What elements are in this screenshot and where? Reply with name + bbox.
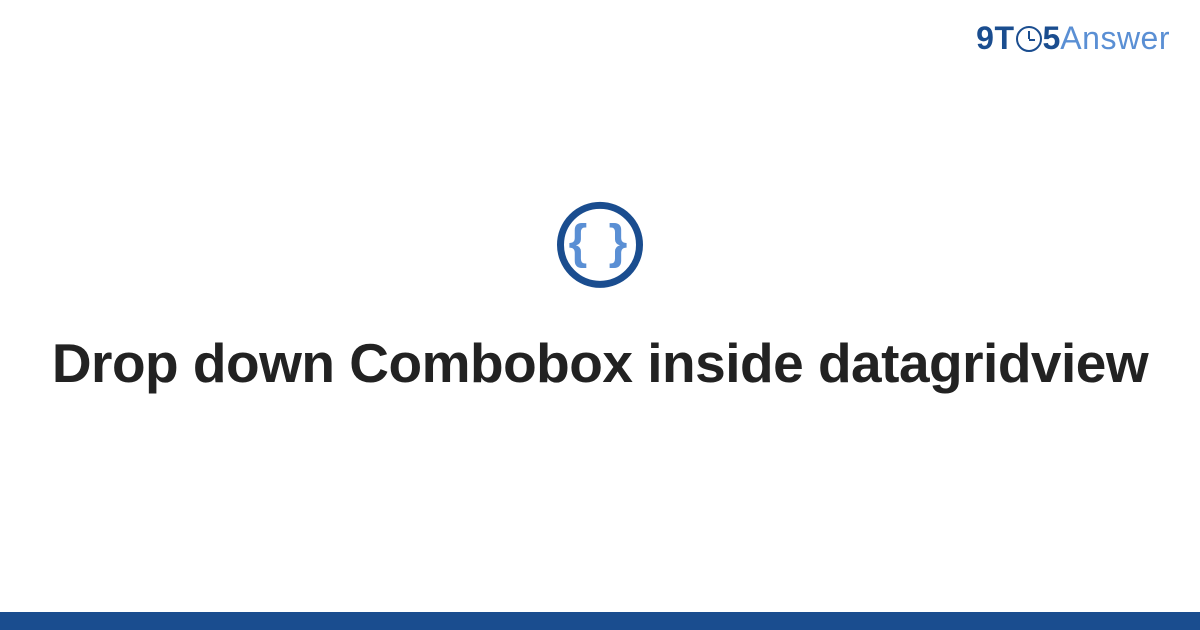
brand-text-9t: 9T (976, 20, 1014, 57)
code-badge-icon: { } (557, 202, 643, 288)
footer-accent-bar (0, 612, 1200, 630)
page-title: Drop down Combobox inside datagridview (0, 330, 1200, 397)
brand-text-answer: Answer (1060, 20, 1170, 57)
clock-icon (1016, 26, 1042, 52)
brand-text-5: 5 (1043, 20, 1061, 57)
main-content: { } Drop down Combobox inside datagridvi… (0, 202, 1200, 397)
braces-glyph: { } (569, 219, 632, 267)
brand-logo: 9T 5 Answer (976, 20, 1170, 57)
